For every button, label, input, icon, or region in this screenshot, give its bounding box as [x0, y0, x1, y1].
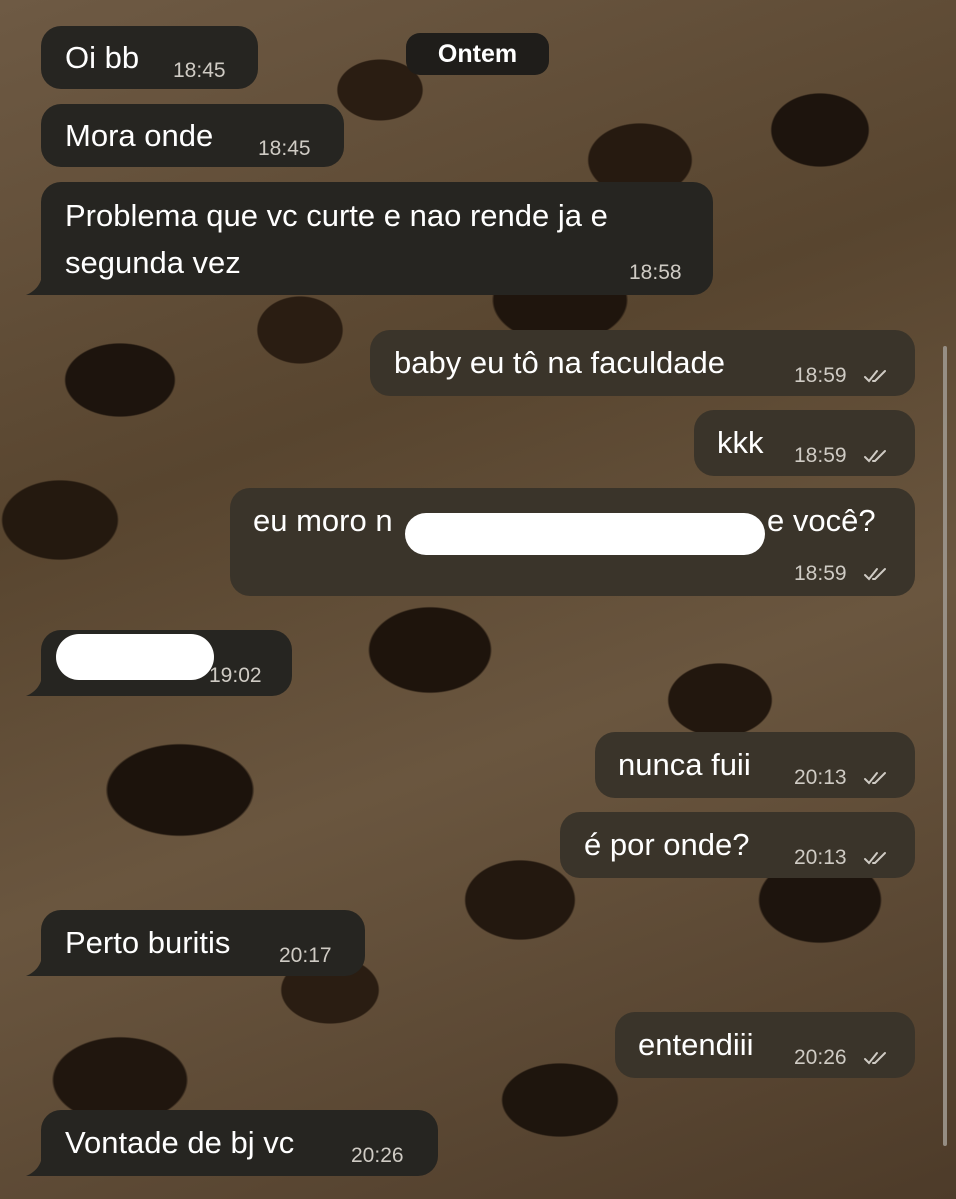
double-check-icon	[864, 1052, 886, 1065]
message-text: Mora onde	[65, 118, 214, 153]
message-outgoing[interactable]: baby eu tô na faculdade 18:59	[370, 330, 915, 396]
message-time: 18:45	[258, 137, 311, 160]
message-text-line-1: Problema que vc curte e nao rende ja e	[65, 198, 608, 233]
message-time: 18:45	[173, 59, 226, 82]
message-time: 20:17	[279, 944, 332, 967]
double-check-icon	[864, 450, 886, 463]
double-check-icon	[864, 370, 886, 383]
message-time: 20:13	[794, 766, 847, 789]
message-text: baby eu tô na faculdade	[394, 345, 725, 380]
message-time: 20:26	[351, 1144, 404, 1167]
message-text: entendiii	[638, 1027, 754, 1062]
message-text: kkk	[717, 425, 764, 460]
double-check-icon	[864, 568, 886, 581]
message-outgoing[interactable]: nunca fuii 20:13	[595, 732, 915, 798]
message-text-start: eu moro n	[253, 503, 393, 538]
redaction-mark	[56, 634, 214, 680]
message-text: é por onde?	[584, 827, 750, 862]
message-text: Vontade de bj vc	[65, 1125, 295, 1160]
double-check-icon	[864, 852, 886, 865]
message-outgoing[interactable]: entendiii 20:26	[615, 1012, 915, 1078]
message-text-end: e você?	[767, 503, 876, 538]
message-incoming[interactable]: Vontade de bj vc 20:26	[41, 1110, 438, 1176]
message-text-line-2: segunda vez	[65, 245, 241, 280]
scrollbar[interactable]	[943, 346, 947, 1146]
message-time: 18:59	[794, 562, 847, 585]
redaction-mark	[405, 513, 765, 555]
message-time: 18:58	[629, 261, 682, 284]
message-text: Perto buritis	[65, 925, 231, 960]
message-incoming[interactable]: Mora onde 18:45	[41, 104, 344, 167]
date-separator: Ontem	[406, 33, 549, 75]
bubble-tail	[26, 273, 48, 295]
message-incoming[interactable]: Oi bb 18:45	[41, 26, 258, 89]
message-text: nunca fuii	[618, 747, 751, 782]
message-outgoing[interactable]: kkk 18:59	[694, 410, 915, 476]
bubble-tail	[26, 1154, 48, 1176]
message-time: 20:13	[794, 846, 847, 869]
message-time: 18:59	[794, 444, 847, 467]
message-time: 19:02	[209, 664, 262, 687]
double-check-icon	[864, 772, 886, 785]
message-text: Oi bb	[65, 40, 140, 75]
message-incoming[interactable]: Problema que vc curte e nao rende ja e s…	[41, 182, 713, 295]
message-outgoing[interactable]: é por onde? 20:13	[560, 812, 915, 878]
message-time: 18:59	[794, 364, 847, 387]
bubble-tail	[26, 954, 48, 976]
message-time: 20:26	[794, 1046, 847, 1069]
message-incoming[interactable]: Perto buritis 20:17	[41, 910, 365, 976]
bubble-tail	[26, 674, 48, 696]
